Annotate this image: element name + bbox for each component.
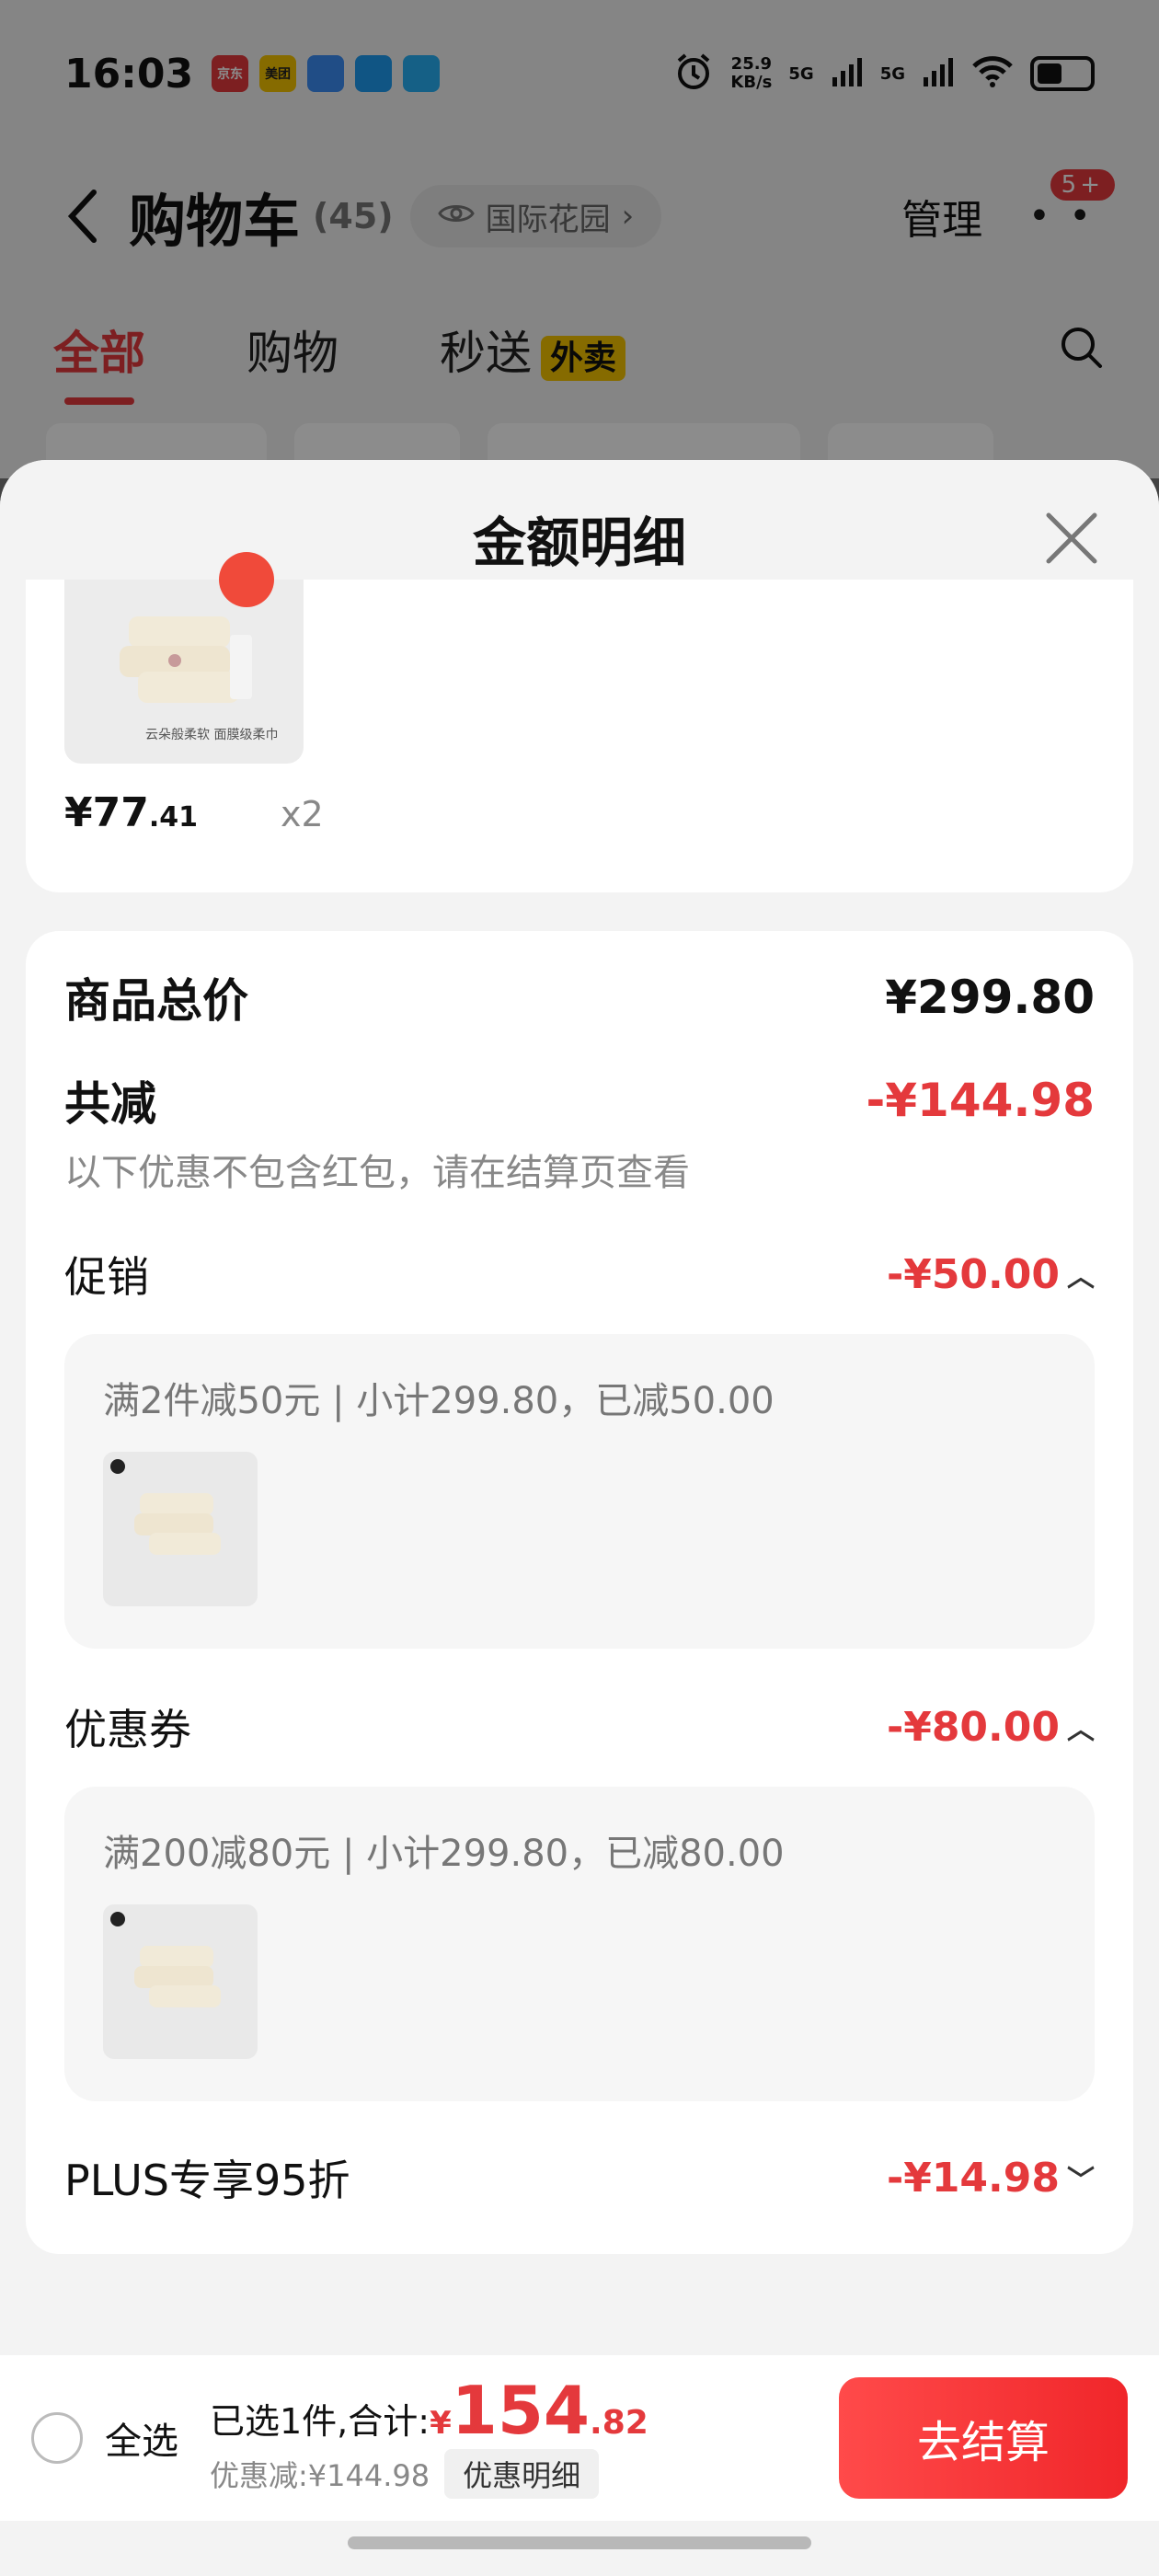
signal-5g-2: 5G	[879, 63, 905, 84]
chevron-right-icon: ›	[621, 198, 635, 235]
app-icon-send	[403, 55, 441, 92]
status-bar: 16:03 京东 美团 25.9 KB/s 5G 5G	[0, 0, 1159, 147]
amount-detail-sheet: 金额明细 云朵般柔软 面膜级柔巾 ¥77 .41 x2 商品总价 ¥299.80	[0, 460, 1159, 2576]
cart-title: 购物车	[129, 188, 301, 255]
alarm-icon	[673, 52, 714, 96]
status-time: 16:03	[64, 50, 194, 98]
total-line: 已选1件,合计: ¥ 154 .82	[210, 2371, 648, 2449]
close-icon[interactable]	[1039, 506, 1104, 570]
total-reduction-row: 共减 -¥144.98	[64, 1067, 1095, 1133]
selected-count-text: 已选1件,合计:	[210, 2400, 430, 2442]
product-caption: 云朵般柔软 面膜级柔巾	[145, 728, 279, 742]
goods-total-value: ¥299.80	[885, 971, 1095, 1024]
tab-shopping[interactable]: 购物	[247, 316, 339, 383]
more-menu-button[interactable]: • • 5+	[1028, 169, 1115, 237]
item-quantity: x2	[281, 794, 324, 834]
meituan-app-icon: 美团	[259, 55, 297, 92]
item-price-main: ¥77	[64, 789, 149, 836]
coupon-row[interactable]: 优惠券 -¥80.00 ︿	[64, 1696, 1095, 1757]
promo-amount: -¥50.00	[886, 1250, 1060, 1298]
price-breakdown-card: 商品总价 ¥299.80 共减 -¥144.98 以下优惠不包含红包，请在结算页…	[26, 931, 1133, 2254]
sheet-title: 金额明细	[472, 512, 686, 574]
total-integer: 154	[451, 2371, 591, 2449]
waimai-tag: 外卖	[541, 336, 626, 381]
signal-5g-1: 5G	[788, 63, 814, 84]
checkout-bar: 全选 已选1件,合计: ¥ 154 .82 优惠减:¥144.98 优惠明细 去…	[0, 2355, 1159, 2521]
location-selector[interactable]: 国际花园 ›	[409, 185, 662, 247]
jd-app-icon: 京东	[212, 55, 249, 92]
tab-express-label: 秒送	[440, 327, 532, 380]
reduction-note: 以下优惠不包含红包，请在结算页查看	[64, 1152, 690, 1194]
coupon-label: 优惠券	[64, 1705, 191, 1754]
plus-discount-amount: -¥14.98	[886, 2154, 1060, 2202]
plus-discount-row[interactable]: PLUS专享95折 -¥14.98 ﹀	[64, 2147, 1095, 2208]
promo-product-thumb	[103, 1452, 258, 1606]
promo-detail-text: 满2件减50元 | 小计299.80，已减50.00	[103, 1380, 775, 1422]
home-indicator	[348, 2536, 811, 2549]
cart-tabs: 全部 购物 秒送 外卖	[0, 304, 1159, 405]
cart-count: (45)	[313, 196, 394, 236]
discount-line: 优惠减:¥144.98 优惠明细	[210, 2448, 648, 2499]
checkout-button[interactable]: 去结算	[839, 2377, 1128, 2499]
coupon-detail-box: 满200减80元 | 小计299.80，已减80.00	[64, 1787, 1095, 2101]
coupon-detail-text: 满200减80元 | 小计299.80，已减80.00	[103, 1833, 785, 1875]
cart-page-background: 16:03 京东 美团 25.9 KB/s 5G 5G 购物车 (45) 国际花…	[0, 0, 1159, 488]
item-card: 云朵般柔软 面膜级柔巾 ¥77 .41 x2	[26, 552, 1133, 892]
net-speed: 25.9 KB/s	[730, 54, 773, 92]
chevron-up-icon[interactable]: ︿	[1067, 1707, 1095, 1747]
totals-block: 已选1件,合计: ¥ 154 .82 优惠减:¥144.98 优惠明细	[210, 2371, 648, 2499]
chevron-down-icon[interactable]: ﹀	[1067, 2157, 1095, 2198]
promo-value: -¥50.00 ︿	[887, 1251, 1095, 1298]
currency-symbol: ¥	[430, 2404, 452, 2442]
search-icon[interactable]	[1058, 324, 1106, 375]
chevron-up-icon[interactable]: ︿	[1067, 1254, 1095, 1294]
goods-total-row: 商品总价 ¥299.80	[64, 964, 1095, 1030]
app-icon-cloud	[355, 55, 393, 92]
select-all-label[interactable]: 全选	[105, 2411, 178, 2465]
tab-express[interactable]: 秒送 外卖	[440, 316, 626, 383]
signal-bars-icon-2	[922, 55, 955, 92]
promo-detail-box: 满2件减50元 | 小计299.80，已减50.00	[64, 1334, 1095, 1649]
battery-icon	[1030, 56, 1095, 91]
tab-all[interactable]: 全部	[53, 316, 145, 405]
total-reduction-label: 共减	[64, 1077, 156, 1131]
discount-text: 优惠减:¥144.98	[210, 2457, 430, 2493]
item-price-row: ¥77 .41 x2	[64, 789, 324, 836]
status-right: 25.9 KB/s 5G 5G	[673, 52, 1095, 96]
total-reduction-value: -¥144.98	[866, 1074, 1096, 1127]
back-arrow-icon[interactable]	[64, 184, 110, 248]
cart-nav-bar: 购物车 (45) 国际花园 › 管理 • • 5+	[0, 166, 1159, 267]
more-dots-icon: • •	[1028, 195, 1095, 237]
message-badge: 5+	[1050, 169, 1115, 201]
item-badge	[219, 552, 274, 607]
select-all-checkbox[interactable]	[31, 2412, 83, 2464]
goods-total-label: 商品总价	[64, 974, 248, 1028]
coupon-amount: -¥80.00	[886, 1703, 1060, 1751]
manage-button[interactable]: 管理	[901, 187, 982, 246]
plus-discount-label: PLUS专享95折	[64, 2156, 350, 2205]
location-label: 国际花园	[485, 201, 611, 238]
eye-icon	[437, 198, 475, 235]
promo-row[interactable]: 促销 -¥50.00 ︿	[64, 1244, 1095, 1305]
app-icon-blue	[307, 55, 345, 92]
coupon-product-thumb	[103, 1904, 258, 2059]
wifi-icon	[971, 55, 1014, 92]
promo-label: 促销	[64, 1252, 149, 1302]
coupon-value: -¥80.00 ︿	[887, 1704, 1095, 1751]
plus-discount-value: -¥14.98 ﹀	[887, 2155, 1095, 2202]
signal-bars-icon	[831, 55, 864, 92]
notification-icons: 京东 美团	[212, 55, 441, 92]
item-price-decimal: .41	[148, 801, 199, 834]
product-image: 云朵般柔软 面膜级柔巾	[64, 580, 304, 764]
discount-detail-button[interactable]: 优惠明细	[444, 2448, 600, 2499]
total-decimal: .82	[590, 2403, 648, 2442]
